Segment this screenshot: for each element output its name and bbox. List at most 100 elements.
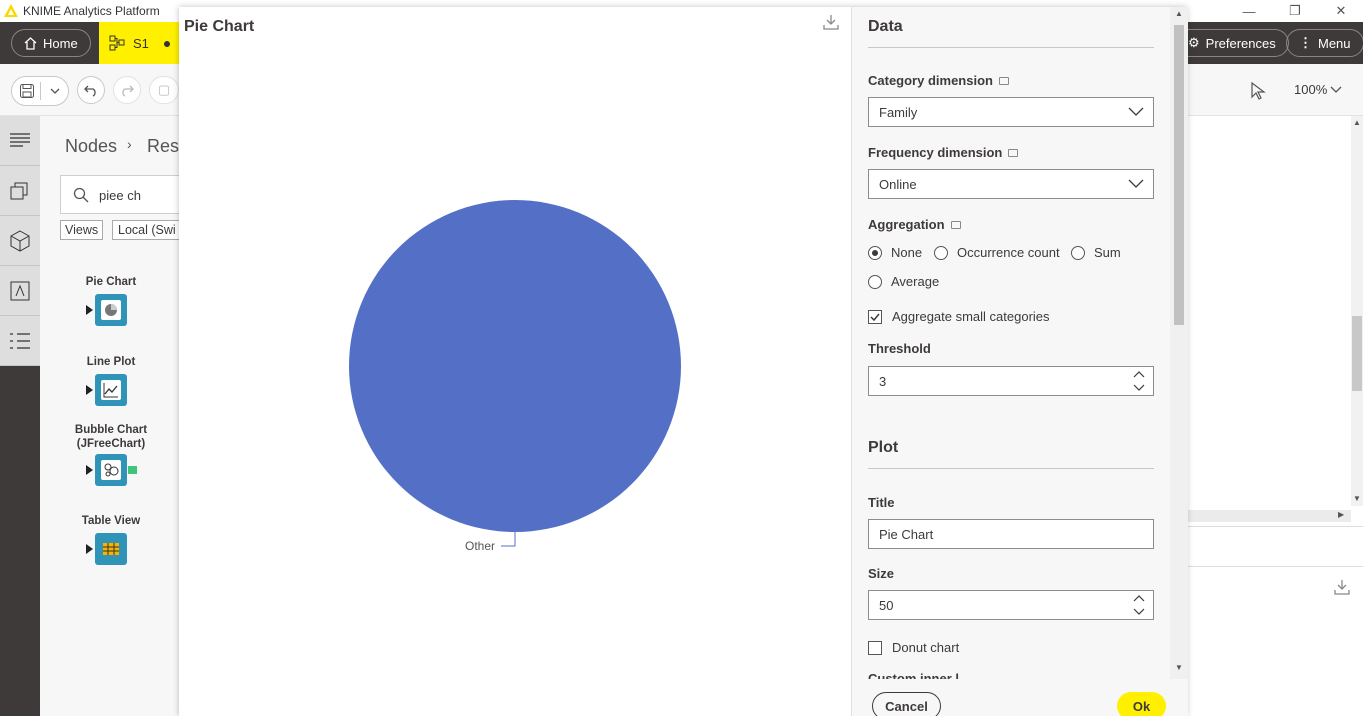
settings-pane: Data Category dimension Family Frequency… xyxy=(851,7,1188,716)
scrollbar-thumb[interactable] xyxy=(1352,316,1362,391)
pie-label-other: Other xyxy=(465,539,495,553)
checkbox-unchecked-icon xyxy=(868,640,882,655)
title-input[interactable]: Pie Chart xyxy=(868,519,1154,549)
canvas-vertical-scrollbar[interactable]: ▲ ▼ xyxy=(1351,116,1363,506)
radio-indicator xyxy=(934,245,948,260)
pie-label-line xyxy=(501,532,516,547)
export-icon: ▢ xyxy=(157,82,171,97)
node-label-bubble-chart: Bubble Chart (JFreeChart) xyxy=(74,424,148,450)
download-icon[interactable] xyxy=(1334,579,1350,598)
zoom-chevron-icon[interactable] xyxy=(1330,83,1342,98)
node-bubble-chart[interactable] xyxy=(95,454,127,486)
knime-logo-icon xyxy=(4,4,18,17)
dialog-footer: Cancel Ok xyxy=(852,679,1188,716)
scrollbar-thumb[interactable] xyxy=(1174,25,1184,325)
frequency-dimension-label: Frequency dimension xyxy=(868,145,1019,160)
pie-chart-icon xyxy=(105,304,117,316)
menu-label: Menu xyxy=(1318,35,1351,51)
ok-button[interactable]: Ok xyxy=(1117,692,1166,716)
info-icon[interactable] xyxy=(1008,148,1019,157)
radio-sum[interactable]: Sum xyxy=(1071,245,1121,260)
output-port-icon[interactable] xyxy=(128,466,137,474)
threshold-input[interactable]: 3 xyxy=(868,366,1154,396)
zoom-level[interactable]: 100% xyxy=(1294,82,1327,97)
radio-average[interactable]: Average xyxy=(868,274,939,289)
size-input[interactable]: 50 xyxy=(868,590,1154,620)
rail-description-button[interactable] xyxy=(0,116,40,166)
node-pie-chart[interactable] xyxy=(95,294,127,326)
aggregation-label: Aggregation xyxy=(868,217,961,232)
play-icon xyxy=(86,544,93,554)
frequency-dimension-select[interactable]: Online xyxy=(868,169,1154,199)
settings-scrollbar[interactable]: ▲ ▼ xyxy=(1170,7,1188,679)
redo-icon xyxy=(122,85,134,97)
divider xyxy=(40,82,41,100)
undo-icon xyxy=(84,85,96,97)
tag-chip-local[interactable]: Local (Swi xyxy=(112,220,182,240)
stepper-icon[interactable] xyxy=(1133,370,1145,392)
rail-nodes-button[interactable] xyxy=(0,166,40,216)
rail-monitor-button[interactable] xyxy=(0,316,40,366)
title-label: Title xyxy=(868,495,895,510)
save-icon[interactable] xyxy=(19,83,35,102)
menu-button[interactable]: ⋮ Menu xyxy=(1286,29,1363,57)
redo-button[interactable] xyxy=(113,76,141,104)
radio-indicator xyxy=(1071,245,1085,260)
list-check-icon xyxy=(10,332,30,349)
node-repository-icon xyxy=(10,182,28,199)
scroll-down-icon[interactable]: ▼ xyxy=(1175,663,1183,672)
line-plot-icon xyxy=(103,383,118,398)
left-rail xyxy=(0,116,40,716)
size-label: Size xyxy=(868,566,895,581)
tab-label: S1 xyxy=(133,35,149,51)
donut-chart-checkbox[interactable]: Donut chart xyxy=(868,640,959,655)
search-input[interactable]: piee ch xyxy=(60,175,190,214)
restore-icon[interactable]: ❐ xyxy=(1272,0,1318,22)
workflow-canvas[interactable]: ▲ ▼ ▶ xyxy=(1187,116,1363,716)
node-table-view[interactable] xyxy=(95,533,127,565)
node-line-plot[interactable] xyxy=(95,374,127,406)
pie-slice-other[interactable] xyxy=(349,200,681,532)
export-button[interactable]: ▢ xyxy=(149,76,179,104)
rail-space-button[interactable] xyxy=(0,216,40,266)
custom-inner-label: Custom inner l xyxy=(868,671,960,679)
search-icon xyxy=(73,187,89,203)
radio-none[interactable]: None xyxy=(868,245,922,260)
info-icon[interactable] xyxy=(950,220,961,229)
scroll-up-icon[interactable]: ▲ xyxy=(1175,9,1183,18)
divider xyxy=(868,468,1154,469)
close-window-icon[interactable]: ✕ xyxy=(1318,0,1363,22)
scroll-right-icon[interactable]: ▶ xyxy=(1338,510,1344,519)
divider xyxy=(868,47,1154,48)
category-dimension-label: Category dimension xyxy=(868,73,1009,88)
undo-button[interactable] xyxy=(77,76,105,104)
data-section-title: Data xyxy=(868,18,903,35)
scroll-down-icon[interactable]: ▼ xyxy=(1353,494,1361,503)
breadcrumb-root[interactable]: Nodes xyxy=(65,136,117,157)
home-button[interactable]: Home xyxy=(11,29,91,57)
cancel-button[interactable]: Cancel xyxy=(872,692,941,716)
table-view-icon xyxy=(103,543,119,555)
radio-indicator xyxy=(868,274,882,289)
breadcrumb-current[interactable]: Res xyxy=(147,136,179,157)
pointer-mode-icon[interactable] xyxy=(1250,81,1266,103)
rail-ai-button[interactable] xyxy=(0,266,40,316)
chevron-down-icon[interactable] xyxy=(49,83,61,102)
plot-section-title: Plot xyxy=(868,439,899,456)
tab-s1[interactable]: S1 ● xyxy=(99,22,179,64)
radio-occurrence-count[interactable]: Occurrence count xyxy=(934,245,1060,260)
bubble-chart-icon xyxy=(104,463,119,477)
canvas-horizontal-scrollbar[interactable]: ▶ xyxy=(1187,510,1351,522)
more-vertical-icon: ⋮ xyxy=(1299,35,1312,50)
info-icon[interactable] xyxy=(998,76,1009,85)
scroll-up-icon[interactable]: ▲ xyxy=(1353,118,1361,127)
radio-indicator xyxy=(868,245,882,260)
aggregate-small-categories-checkbox[interactable]: Aggregate small categories xyxy=(868,309,1050,324)
breadcrumb-separator-icon: › xyxy=(127,136,132,152)
stepper-icon[interactable] xyxy=(1133,594,1145,616)
tag-chip-views[interactable]: Views xyxy=(60,220,104,240)
preferences-button[interactable]: ⚙ Preferences xyxy=(1176,29,1289,57)
category-dimension-select[interactable]: Family xyxy=(868,97,1154,127)
minimize-icon[interactable]: — xyxy=(1226,0,1272,22)
chevron-down-icon xyxy=(1128,179,1144,188)
